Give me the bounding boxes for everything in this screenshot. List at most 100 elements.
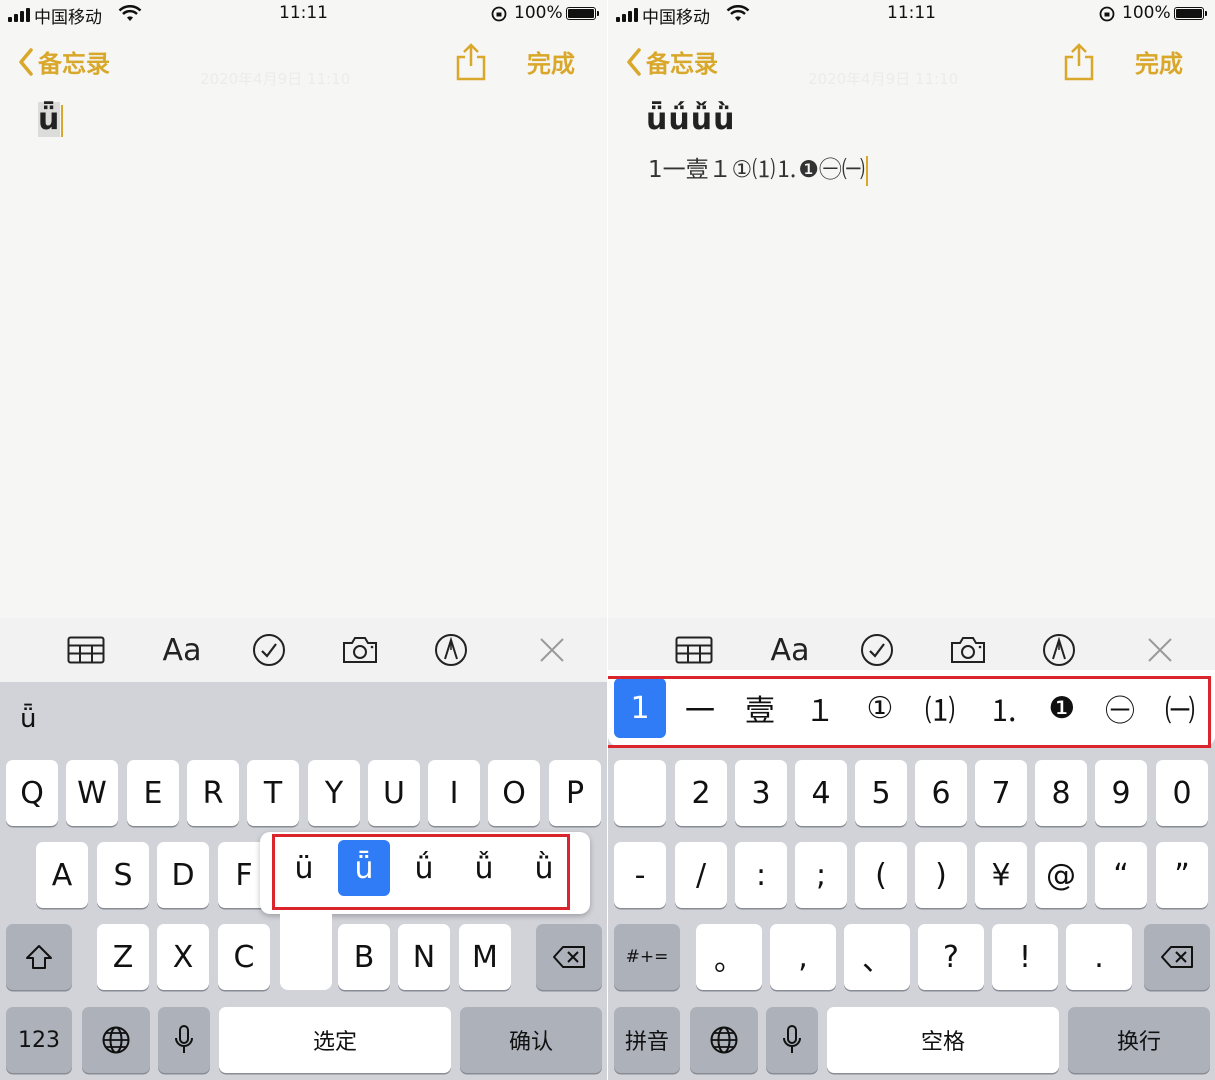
note-body-line[interactable]: 1一壹１①⑴⒈❶㊀㈠ (648, 150, 868, 186)
back-label: 备忘录 (646, 50, 718, 78)
microphone-key[interactable] (766, 1007, 818, 1073)
microphone-icon (783, 1025, 801, 1053)
close-icon (540, 638, 564, 662)
key-t[interactable]: T (247, 760, 299, 826)
key-8[interactable]: 8 (1035, 760, 1087, 826)
battery-icon (1174, 7, 1207, 20)
table-button[interactable] (674, 632, 714, 668)
key-right-quote[interactable]: ” (1156, 842, 1208, 908)
done-button[interactable]: 完成 (1135, 44, 1183, 79)
shift-key[interactable] (6, 924, 72, 990)
key-o[interactable]: O (488, 760, 540, 826)
backspace-icon (1161, 946, 1193, 968)
return-key[interactable]: 换行 (1068, 1007, 1210, 1073)
battery-percent: 100% (514, 3, 563, 23)
key-u[interactable]: U (368, 760, 420, 826)
key-colon[interactable]: : (735, 842, 787, 908)
key-y[interactable]: Y (308, 760, 360, 826)
globe-key[interactable] (82, 1007, 150, 1073)
share-icon[interactable] (1062, 42, 1096, 82)
battery-percent: 100% (1122, 3, 1171, 23)
return-key[interactable]: 确认 (460, 1007, 602, 1073)
key-e[interactable]: E (127, 760, 179, 826)
key-0[interactable]: 0 (1156, 760, 1208, 826)
note-title[interactable]: ǖ (38, 102, 64, 137)
key-6[interactable]: 6 (915, 760, 967, 826)
key-a[interactable]: A (36, 842, 88, 908)
table-button[interactable] (66, 632, 106, 668)
backspace-icon (553, 946, 585, 968)
key-yen[interactable]: ¥ (975, 842, 1027, 908)
key-z[interactable]: Z (97, 924, 149, 990)
markup-button[interactable] (432, 632, 470, 668)
key-w[interactable]: W (66, 760, 118, 826)
composing-text: ǖ (20, 704, 37, 734)
key-open-paren[interactable]: ( (855, 842, 907, 908)
key-hyphen[interactable]: - (614, 842, 666, 908)
key-9[interactable]: 9 (1095, 760, 1147, 826)
key-enumeration-comma[interactable]: 、 (844, 924, 910, 990)
key-x[interactable]: X (157, 924, 209, 990)
pen-tip-icon (435, 634, 467, 666)
camera-button[interactable] (948, 632, 988, 668)
key-r[interactable]: R (187, 760, 239, 826)
key-left-quote[interactable]: “ (1095, 842, 1147, 908)
key-d[interactable]: D (157, 842, 209, 908)
share-icon[interactable] (454, 42, 488, 82)
back-button[interactable]: 备忘录 (626, 44, 718, 79)
key-2[interactable]: 2 (675, 760, 727, 826)
key-exclamation[interactable]: ! (992, 924, 1058, 990)
text-caret (865, 155, 868, 186)
markup-button[interactable] (1040, 632, 1078, 668)
camera-icon (343, 637, 377, 663)
status-bar: 中国移动 11:11 100% (0, 0, 607, 30)
key-7[interactable]: 7 (975, 760, 1027, 826)
back-button[interactable]: 备忘录 (18, 44, 110, 79)
key-period[interactable]: . (1066, 924, 1132, 990)
key-c[interactable]: C (218, 924, 270, 990)
faded-date: 2020年4月9日 11:10 (808, 70, 959, 88)
checklist-button[interactable] (858, 632, 896, 668)
symbols-key[interactable]: #+= (614, 924, 680, 990)
key-1-placeholder[interactable] (614, 760, 666, 826)
close-toolbar-button[interactable] (535, 632, 569, 668)
done-button[interactable]: 完成 (527, 44, 575, 79)
delete-key[interactable] (1144, 924, 1210, 990)
key-slash[interactable]: / (675, 842, 727, 908)
chevron-left-icon (19, 47, 33, 76)
key-semicolon[interactable]: ; (795, 842, 847, 908)
key-5[interactable]: 5 (855, 760, 907, 826)
globe-key[interactable] (690, 1007, 758, 1073)
key-comma[interactable]: , (770, 924, 836, 990)
key-3[interactable]: 3 (735, 760, 787, 826)
key-s[interactable]: S (97, 842, 149, 908)
key-period-cjk[interactable]: 。 (696, 924, 762, 990)
key-n[interactable]: N (398, 924, 450, 990)
camera-button[interactable] (340, 632, 380, 668)
table-icon (675, 636, 713, 664)
key-i[interactable]: I (428, 760, 480, 826)
key-question[interactable]: ? (918, 924, 984, 990)
highlight-box (272, 834, 570, 910)
space-key[interactable]: 空格 (827, 1007, 1059, 1073)
key-p[interactable]: P (549, 760, 601, 826)
checkmark-circle-icon (861, 634, 893, 666)
close-toolbar-button[interactable] (1143, 632, 1177, 668)
key-at[interactable]: @ (1035, 842, 1087, 908)
key-4[interactable]: 4 (795, 760, 847, 826)
checklist-button[interactable] (250, 632, 288, 668)
space-key[interactable]: 选定 (219, 1007, 451, 1073)
key-close-paren[interactable]: ) (915, 842, 967, 908)
format-button[interactable]: Aa (160, 632, 204, 668)
key-q[interactable]: Q (6, 760, 58, 826)
numbers-key[interactable]: 123 (6, 1007, 72, 1073)
format-button[interactable]: Aa (768, 632, 812, 668)
rotation-lock-icon (1099, 6, 1115, 22)
microphone-key[interactable] (158, 1007, 210, 1073)
shift-icon (26, 945, 52, 969)
key-b[interactable]: B (338, 924, 390, 990)
note-title[interactable]: ǖǘǚǜ (646, 102, 735, 137)
delete-key[interactable] (536, 924, 602, 990)
key-m[interactable]: M (459, 924, 511, 990)
pinyin-key[interactable]: 拼音 (614, 1007, 680, 1073)
